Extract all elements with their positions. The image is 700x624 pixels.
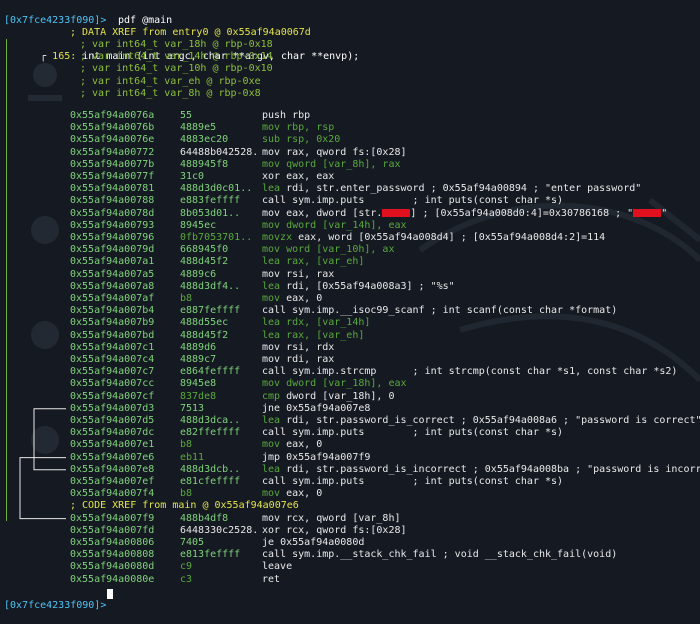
jump-arrows [19, 408, 66, 520]
terminal-window[interactable]: [0x7fce4233f090]> pdf @main ; DATA XREF f… [0, 0, 700, 611]
instruction-address: 0x55af94a00808 [70, 549, 155, 561]
instruction-address: 0x55af94a0080e [70, 573, 155, 585]
mnemonic: ret [262, 573, 281, 585]
mnemonic: leave [262, 561, 293, 573]
jne-arrow [33, 408, 66, 471]
instruction-comment: ; void __stack_chk_fail(void) [436, 549, 618, 561]
operands: sym.imp.__stack_chk_fail [292, 549, 437, 561]
text-cursor [107, 588, 113, 599]
jmp-arrow [19, 457, 66, 520]
instruction-text: call sym.imp.__stack_chk_fail ; void __s… [262, 549, 617, 561]
final-prompt-line[interactable]: [0x7fce4233f090]> [0, 588, 113, 611]
instruction-bytes: e813feffff [180, 549, 241, 561]
instruction-text: leave [262, 561, 298, 573]
mnemonic: call [262, 549, 287, 561]
final-prompt: [0x7fce4233f090]> [4, 600, 107, 611]
instruction-text: ret [262, 574, 286, 586]
instruction-bytes: c3 [180, 573, 193, 585]
instruction-address: 0x55af94a0080d [70, 561, 155, 573]
instruction-bytes: c9 [180, 561, 193, 573]
